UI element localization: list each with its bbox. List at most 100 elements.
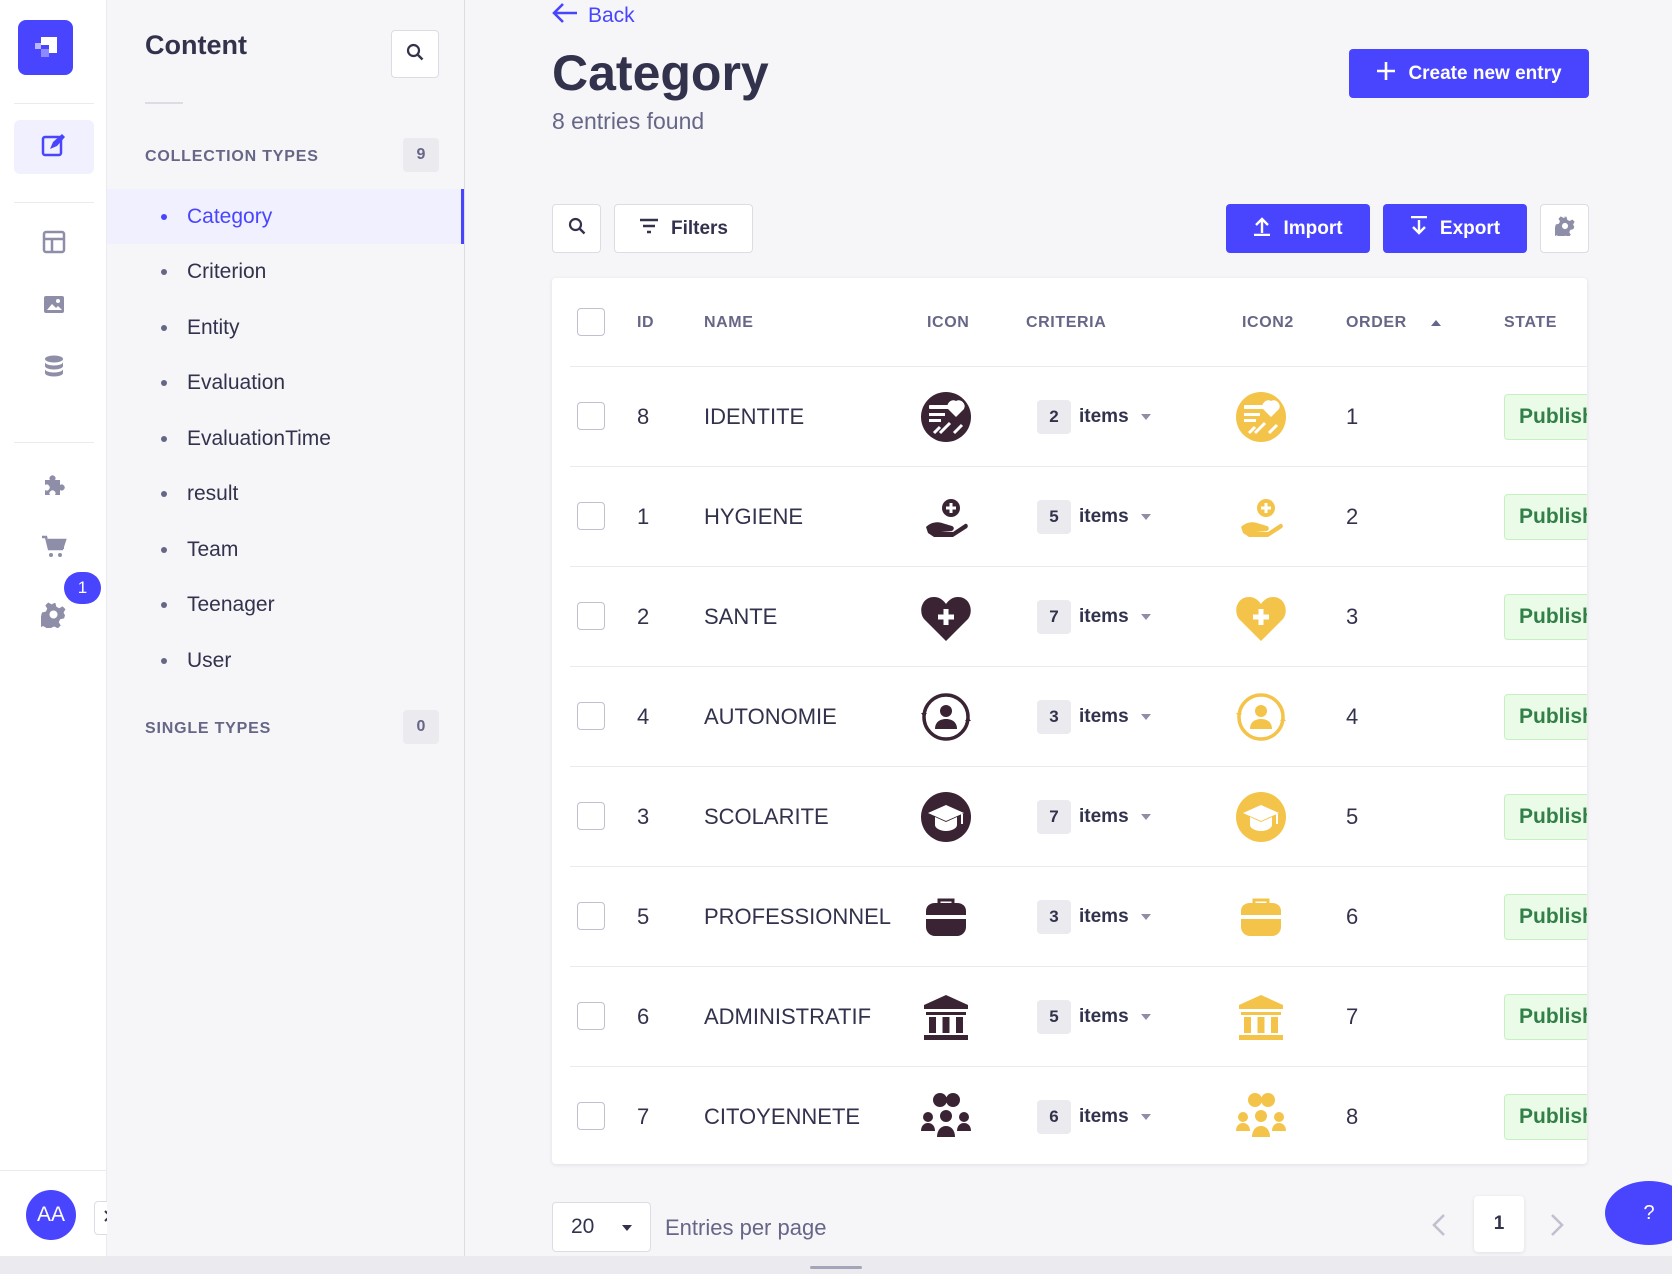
search-icon	[568, 217, 586, 241]
group-people-icon	[920, 1091, 972, 1143]
chevron-down-icon	[1140, 614, 1151, 620]
table-row[interactable]: 2 SANTE 7 items 3 Published	[570, 566, 1587, 666]
cell-name: AUTONOMIE	[704, 704, 837, 729]
pagination-previous-button[interactable]	[1424, 1206, 1454, 1248]
back-link[interactable]: Back	[552, 2, 635, 30]
row-checkbox[interactable]	[577, 402, 605, 430]
filters-button[interactable]: Filters	[614, 204, 753, 253]
criteria-dropdown[interactable]: 6 items	[1037, 1067, 1151, 1164]
sidebar-item-label: Team	[187, 537, 239, 561]
resize-handle[interactable]	[810, 1266, 862, 1269]
column-header-order-label: ORDER	[1346, 314, 1407, 332]
chevron-down-icon	[1140, 514, 1151, 520]
status-badge: Published	[1504, 494, 1587, 540]
row-checkbox[interactable]	[577, 502, 605, 530]
column-header-name[interactable]: NAME	[704, 314, 754, 332]
table-row[interactable]: 4 AUTONOMIE 3 items 4 Published	[570, 666, 1587, 766]
gear-icon	[1551, 215, 1575, 242]
table-row[interactable]: 7 CITOYENNETE 6 items 8 Published	[570, 1066, 1587, 1164]
pagination-page-1[interactable]: 1	[1474, 1196, 1524, 1252]
sidebar-item-team[interactable]: Team	[107, 522, 464, 577]
cell-id: 6	[637, 1004, 650, 1029]
table-row[interactable]: 3 SCOLARITE 7 items 5 Published	[570, 766, 1587, 866]
content-manager-nav[interactable]	[14, 120, 94, 174]
sidebar-item-evaluation[interactable]: Evaluation	[107, 355, 464, 410]
database-nav[interactable]	[14, 341, 94, 395]
media-library-nav[interactable]	[14, 279, 94, 333]
sidebar-item-teenager[interactable]: Teenager	[107, 577, 464, 632]
criteria-count: 3	[1037, 700, 1071, 734]
sidebar-item-label: Category	[187, 204, 273, 228]
strapi-logo-icon[interactable]	[18, 20, 73, 75]
sort-ascending-icon	[1430, 314, 1442, 332]
column-header-state[interactable]: STATE	[1504, 314, 1557, 332]
row-checkbox[interactable]	[577, 802, 605, 830]
cell-name: SCOLARITE	[704, 804, 829, 829]
status-badge: Published	[1504, 894, 1587, 940]
column-header-id[interactable]: ID	[637, 314, 654, 332]
plugins-nav[interactable]	[14, 460, 94, 514]
pagination-next-button[interactable]	[1542, 1206, 1572, 1248]
sidebar-item-criterion[interactable]: Criterion	[107, 244, 464, 299]
import-button[interactable]: Import	[1226, 204, 1370, 253]
content-type-builder-nav[interactable]	[14, 217, 94, 271]
settings-icon	[36, 601, 67, 633]
cell-order: 5	[1346, 804, 1359, 829]
filter-icon	[639, 218, 659, 240]
criteria-dropdown[interactable]: 7 items	[1037, 767, 1151, 867]
sidebar-item-user[interactable]: User	[107, 633, 464, 688]
briefcase-icon	[920, 891, 972, 943]
row-checkbox[interactable]	[577, 1002, 605, 1030]
layout-icon	[42, 230, 66, 259]
sidebar-search-button[interactable]	[391, 30, 439, 78]
criteria-dropdown[interactable]: 3 items	[1037, 867, 1151, 967]
sidebar-item-evaluationtime[interactable]: EvaluationTime	[107, 411, 464, 466]
row-checkbox[interactable]	[577, 902, 605, 930]
criteria-dropdown[interactable]: 5 items	[1037, 467, 1151, 567]
graduation-cap-icon	[1235, 791, 1287, 843]
criteria-dropdown[interactable]: 2 items	[1037, 367, 1151, 467]
criteria-label: items	[1079, 906, 1129, 927]
institution-icon	[920, 991, 972, 1043]
table-settings-button[interactable]	[1540, 204, 1589, 253]
sidebar-item-category[interactable]: Category	[107, 189, 464, 244]
status-badge: Published	[1504, 794, 1587, 840]
rail-divider	[14, 103, 94, 104]
single-types-heading[interactable]: SINGLE TYPES	[145, 720, 271, 738]
user-avatar[interactable]: AA	[26, 1190, 76, 1240]
table-row[interactable]: 6 ADMINISTRATIF 5 items 7 Published	[570, 966, 1587, 1066]
select-all-checkbox[interactable]	[577, 308, 605, 336]
export-button[interactable]: Export	[1383, 204, 1527, 253]
row-checkbox[interactable]	[577, 602, 605, 630]
criteria-dropdown[interactable]: 5 items	[1037, 967, 1151, 1067]
row-checkbox[interactable]	[577, 1102, 605, 1130]
help-button[interactable]: ?	[1605, 1181, 1672, 1245]
chevron-right-icon	[1550, 1213, 1564, 1242]
collection-types-heading[interactable]: COLLECTION TYPES	[145, 148, 319, 166]
main-nav-rail: 1 AA	[0, 0, 121, 1256]
per-page-value: 20	[571, 1215, 595, 1238]
graduation-cap-icon	[920, 791, 972, 843]
table-row[interactable]: 5 PROFESSIONNEL 3 items 6 Published	[570, 866, 1587, 966]
create-new-entry-button[interactable]: Create new entry	[1349, 49, 1589, 98]
cell-name: ADMINISTRATIF	[704, 1004, 872, 1029]
table-row[interactable]: 8 IDENTITE 2 items 1 Published	[570, 366, 1587, 466]
criteria-label: items	[1079, 1106, 1129, 1127]
row-checkbox[interactable]	[577, 702, 605, 730]
criteria-label: items	[1079, 706, 1129, 727]
page-title: Category	[552, 45, 769, 101]
table-search-button[interactable]	[552, 204, 601, 253]
cell-id: 4	[637, 704, 650, 729]
sidebar-item-label: result	[187, 481, 239, 505]
sidebar-item-result[interactable]: result	[107, 466, 464, 521]
marketplace-nav[interactable]	[14, 522, 94, 576]
table-row[interactable]: 1 HYGIENE 5 items 2 Published	[570, 466, 1587, 566]
entries-per-page-select[interactable]: 20	[552, 1202, 651, 1252]
sidebar-item-entity[interactable]: Entity	[107, 300, 464, 355]
column-header-order[interactable]: ORDER	[1346, 314, 1442, 332]
criteria-dropdown[interactable]: 3 items	[1037, 667, 1151, 767]
status-badge: Published	[1504, 994, 1587, 1040]
criteria-dropdown[interactable]: 7 items	[1037, 567, 1151, 667]
cell-order: 7	[1346, 1004, 1359, 1029]
criteria-count: 5	[1037, 1000, 1071, 1034]
